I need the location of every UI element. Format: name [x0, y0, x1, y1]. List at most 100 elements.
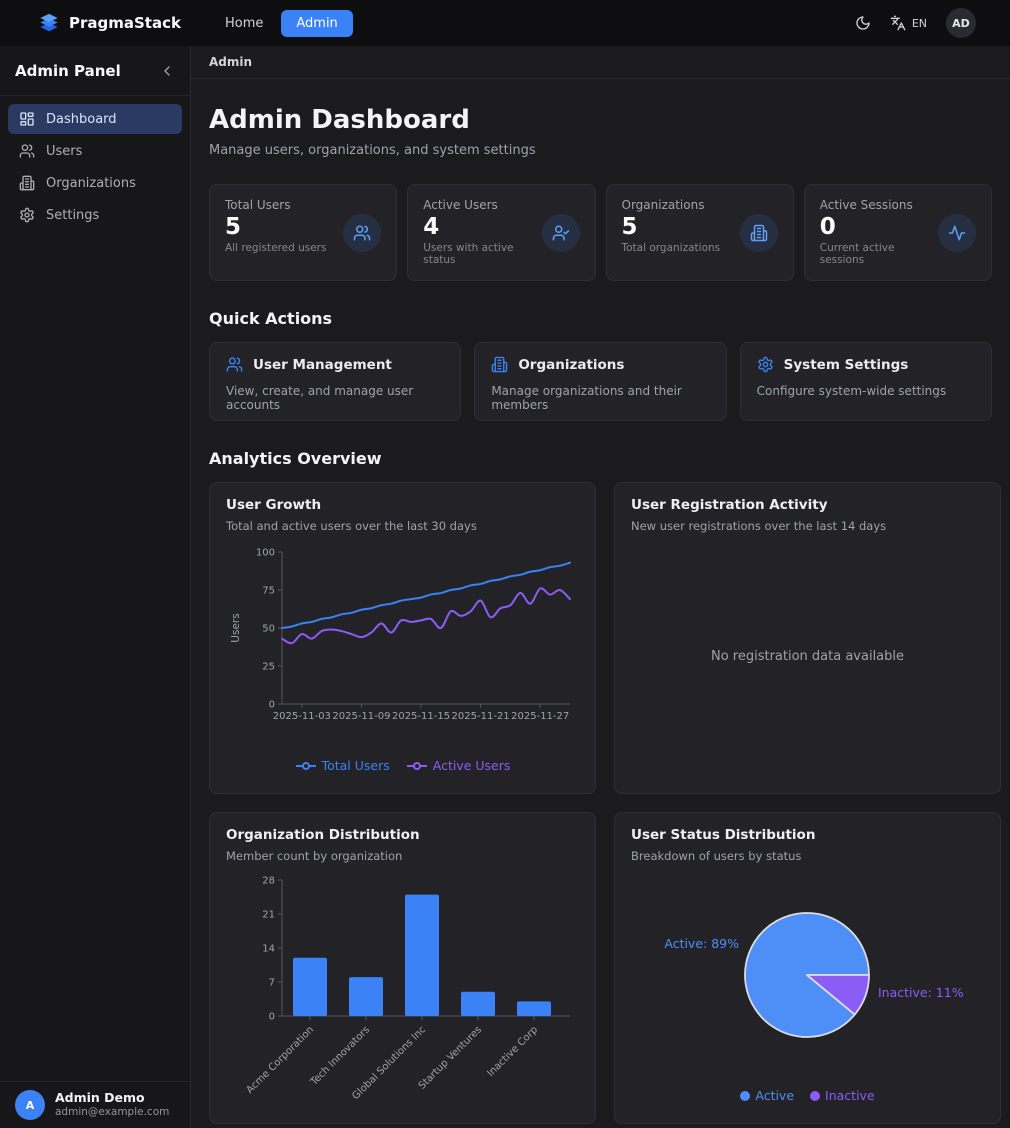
gear-icon	[757, 356, 774, 373]
sidebar-item-settings[interactable]: Settings	[8, 200, 182, 230]
user-growth-card: User Growth Total and active users over …	[209, 482, 596, 794]
sidebar-item-users[interactable]: Users	[8, 136, 182, 166]
org-distribution-card: Organization Distribution Member count b…	[209, 812, 596, 1124]
top-navbar: PragmaStack Home Admin EN AD	[0, 0, 1010, 46]
user-growth-chart: 0255075100Users2025-11-032025-11-092025-…	[226, 533, 579, 756]
breadcrumb[interactable]: Admin	[209, 55, 252, 69]
stat-label: Active Users	[423, 198, 541, 212]
breadcrumb-bar: Admin	[191, 46, 1010, 79]
legend-item-active[interactable]: Active	[740, 1088, 794, 1103]
analytics-heading: Analytics Overview	[209, 449, 992, 468]
stat-card-total-users: Total Users5All registered users	[209, 184, 397, 281]
theme-toggle-button[interactable]	[855, 15, 871, 31]
svg-text:Inactive: 11%: Inactive: 11%	[878, 985, 964, 1000]
stat-description: Total organizations	[622, 242, 721, 254]
users-icon	[19, 143, 35, 159]
svg-text:2025-11-27: 2025-11-27	[511, 711, 569, 722]
chart-title: User Registration Activity	[631, 497, 984, 513]
layers-logo-icon	[38, 12, 60, 34]
legend-line-icon	[406, 761, 428, 771]
quick-action-title: User Management	[253, 357, 392, 373]
legend-line-icon	[295, 761, 317, 771]
svg-text:25: 25	[262, 661, 275, 672]
quick-actions-row: User ManagementView, create, and manage …	[209, 342, 992, 421]
chart-title: Organization Distribution	[226, 827, 579, 843]
stat-card-text: Active Sessions0Current active sessions	[820, 198, 938, 267]
nav-link-home[interactable]: Home	[215, 10, 273, 37]
quick-action-header: Organizations	[491, 356, 709, 373]
app-shell: Admin Panel DashboardUsersOrganizationsS…	[0, 46, 1010, 1128]
legend-label: Inactive	[825, 1088, 875, 1103]
user-check-icon	[552, 224, 570, 242]
stat-card-text: Organizations5Total organizations	[622, 198, 721, 267]
brand-name: PragmaStack	[69, 14, 181, 32]
user-avatar[interactable]: AD	[946, 8, 976, 38]
quick-action-title: Organizations	[518, 357, 624, 373]
brand[interactable]: PragmaStack	[38, 12, 181, 34]
sidebar-nav: Dashboard Users OrganizationsSettings	[0, 96, 190, 1081]
svg-text:14: 14	[262, 944, 275, 955]
stat-icon-badge	[343, 214, 381, 252]
navbar-left: PragmaStack Home Admin	[38, 10, 353, 37]
chart-subtitle: Total and active users over the last 30 …	[226, 519, 579, 533]
gear-icon	[19, 207, 35, 223]
stat-cards-row: Total Users5All registered users Active U…	[209, 184, 992, 281]
quick-action-user-management[interactable]: User ManagementView, create, and manage …	[209, 342, 461, 421]
svg-text:50: 50	[262, 623, 275, 634]
stat-card-text: Total Users5All registered users	[225, 198, 326, 267]
svg-text:7: 7	[269, 978, 275, 989]
sidebar-user-panel[interactable]: A Admin Demo admin@example.com	[0, 1081, 190, 1128]
user-growth-legend: Total Users Active Users	[226, 756, 579, 779]
quick-action-header: User Management	[226, 356, 444, 373]
users-icon	[353, 224, 371, 242]
stat-icon-badge	[938, 214, 976, 252]
moon-icon	[855, 15, 871, 31]
chevron-left-icon	[159, 63, 175, 79]
sidebar-collapse-button[interactable]	[159, 63, 175, 79]
languages-icon	[890, 15, 906, 31]
nav-link-admin[interactable]: Admin	[281, 10, 352, 37]
dashboard-icon	[19, 111, 35, 127]
language-button[interactable]: EN	[890, 15, 927, 31]
navbar-right: EN AD	[855, 8, 976, 38]
sidebar-user-email: admin@example.com	[55, 1106, 169, 1120]
stat-card-text: Active Users4Users with active status	[423, 198, 541, 267]
svg-text:2025-11-09: 2025-11-09	[332, 711, 390, 722]
sidebar-item-organizations[interactable]: Organizations	[8, 168, 182, 198]
stat-card-active-sessions: Active Sessions0Current active sessions	[804, 184, 992, 281]
registration-activity-card: User Registration Activity New user regi…	[614, 482, 1001, 794]
pie-chart-svg: Active: 89% Inactive: 11%	[631, 872, 984, 1078]
svg-text:Inactive Corp: Inactive Corp	[485, 1024, 540, 1079]
users-icon	[226, 356, 243, 373]
legend-item-total-users[interactable]: Total Users	[295, 758, 390, 773]
stat-icon-badge	[542, 214, 580, 252]
quick-action-system-settings[interactable]: System SettingsConfigure system-wide set…	[740, 342, 992, 421]
chart-title: User Growth	[226, 497, 579, 513]
svg-text:Tech Innovators: Tech Innovators	[308, 1024, 372, 1088]
sidebar-item-label: Users	[46, 144, 82, 159]
svg-text:75: 75	[262, 585, 275, 596]
sidebar-item-dashboard[interactable]: Dashboard	[8, 104, 182, 134]
stat-label: Total Users	[225, 198, 326, 212]
charts-grid: User Growth Total and active users over …	[209, 482, 992, 1124]
svg-text:Acme Corporation: Acme Corporation	[244, 1024, 316, 1096]
quick-action-organizations[interactable]: OrganizationsManage organizations and th…	[474, 342, 726, 421]
building-icon	[750, 224, 768, 242]
legend-item-active-users[interactable]: Active Users	[406, 758, 511, 773]
registration-empty-state: No registration data available	[631, 533, 984, 779]
svg-text:Active: 89%: Active: 89%	[664, 936, 739, 951]
page-title: Admin Dashboard	[209, 105, 992, 135]
legend-label: Active	[755, 1088, 794, 1103]
org-distribution-chart: 07142128Acme CorporationTech InnovatorsG…	[226, 863, 579, 1109]
quick-action-description: Configure system-wide settings	[757, 384, 975, 398]
svg-text:Startup Ventures: Startup Ventures	[417, 1024, 484, 1091]
user-status-legend: Active Inactive	[631, 1086, 984, 1109]
svg-text:28: 28	[262, 876, 275, 887]
legend-item-inactive[interactable]: Inactive	[810, 1088, 875, 1103]
bar-chart-svg: 07142128Acme CorporationTech InnovatorsG…	[226, 870, 579, 1102]
line-chart-svg: 0255075100Users2025-11-032025-11-092025-…	[226, 544, 579, 746]
sidebar: Admin Panel DashboardUsersOrganizationsS…	[0, 46, 191, 1128]
svg-text:2025-11-15: 2025-11-15	[392, 711, 450, 722]
stat-icon-badge	[740, 214, 778, 252]
sidebar-item-label: Dashboard	[46, 112, 117, 127]
